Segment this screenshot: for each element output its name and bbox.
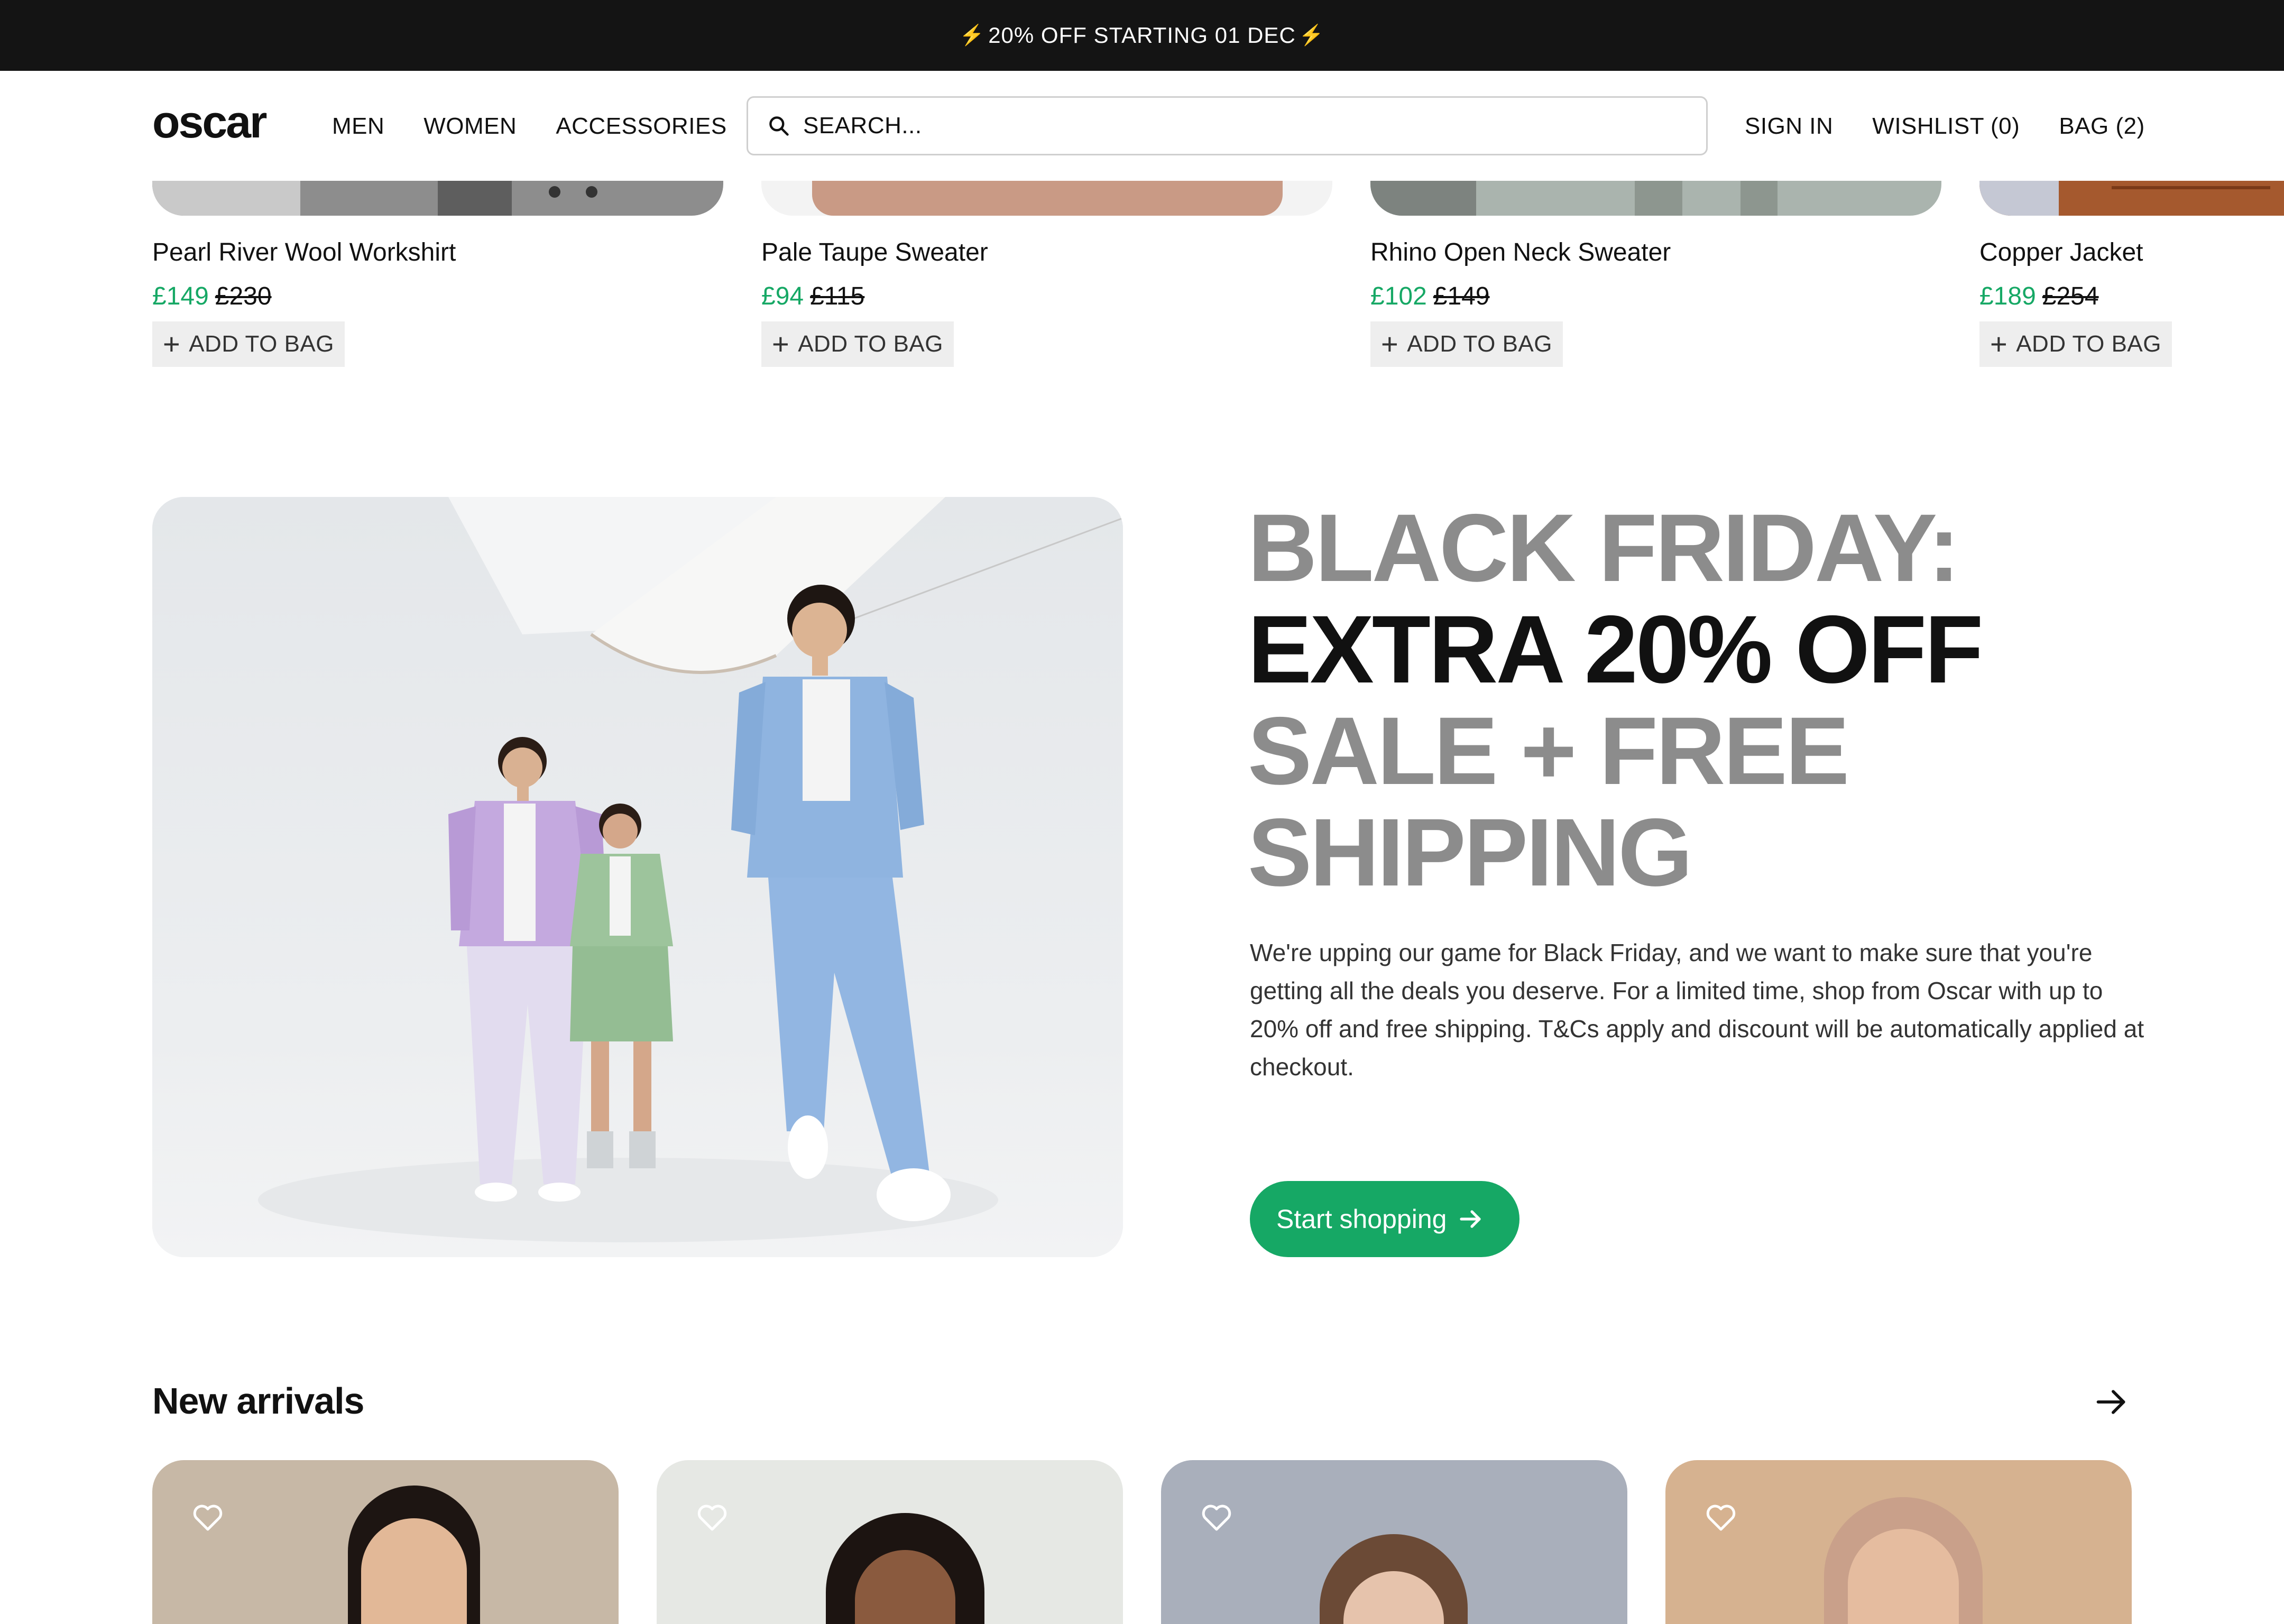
product-image[interactable]	[761, 181, 1332, 216]
lightning-icon: ⚡	[959, 24, 986, 47]
product-name[interactable]: Rhino Open Neck Sweater	[1370, 238, 1941, 267]
heart-icon[interactable]	[1703, 1500, 1738, 1535]
add-to-bag-label: ADD TO BAG	[798, 331, 943, 357]
plus-icon: +	[772, 327, 790, 361]
hero-title-line: EXTRA 20% OFF	[1248, 595, 1983, 703]
sale-price: £102	[1370, 282, 1427, 310]
hero-title-line: SALE + FREE	[1248, 697, 1849, 805]
product-prices: £102 £149	[1370, 282, 1941, 311]
account-nav: SIGN IN WISHLIST (0) BAG (2)	[1745, 113, 2145, 140]
hero-illustration	[152, 497, 1123, 1257]
add-to-bag-label: ADD TO BAG	[1407, 331, 1552, 357]
plus-icon: +	[1381, 327, 1399, 361]
search-box[interactable]	[747, 96, 1708, 155]
add-to-bag-button[interactable]: + ADD TO BAG	[1979, 321, 2172, 367]
original-price: £149	[1433, 282, 1490, 310]
product-image[interactable]	[152, 181, 723, 216]
sale-price: £189	[1979, 282, 2036, 310]
arrival-card[interactable]	[657, 1460, 1123, 1624]
product-name[interactable]: Copper Jacket	[1979, 238, 2284, 267]
heart-icon[interactable]	[190, 1500, 225, 1535]
hero-image	[152, 497, 1123, 1257]
product-card[interactable]: Copper Jacket £189 £254 + ADD TO BAG	[1979, 181, 2284, 367]
original-price: £230	[215, 282, 272, 310]
main-nav: MEN WOMEN ACCESSORIES	[332, 113, 727, 140]
hero-description: We're upping our game for Black Friday, …	[1250, 939, 2144, 1081]
arrival-card[interactable]	[152, 1460, 619, 1624]
add-to-bag-label: ADD TO BAG	[189, 331, 334, 357]
nav-item-women[interactable]: WOMEN	[423, 113, 517, 140]
product-card[interactable]: Pale Taupe Sweater £94 £115 + ADD TO BAG	[761, 181, 1332, 367]
nav-item-men[interactable]: MEN	[332, 113, 384, 140]
heart-icon[interactable]	[695, 1500, 730, 1535]
product-image[interactable]	[1979, 181, 2284, 216]
product-image[interactable]	[1370, 181, 1941, 216]
logo[interactable]: oscar	[152, 96, 267, 149]
arrival-card[interactable]	[1161, 1460, 1627, 1624]
search-icon	[769, 116, 789, 136]
new-arrivals-title: New arrivals	[152, 1380, 364, 1422]
add-to-bag-button[interactable]: + ADD TO BAG	[761, 321, 954, 367]
product-card[interactable]: Pearl River Wool Workshirt £149 £230 + AD…	[152, 181, 723, 367]
product-carousel: Pearl River Wool Workshirt £149 £230 + AD…	[0, 181, 2284, 392]
hero-title: BLACK FRIDAY: EXTRA 20% OFF SALE + FREE …	[1248, 497, 2199, 903]
wishlist-link[interactable]: WISHLIST (0)	[1872, 113, 2020, 140]
add-to-bag-label: ADD TO BAG	[2016, 331, 2161, 357]
arrow-right-icon	[1460, 1210, 1481, 1228]
promo-text: 20% OFF STARTING 01 DEC	[988, 23, 1296, 48]
site-header: oscar MEN WOMEN ACCESSORIES SIGN IN WISH…	[0, 71, 2284, 181]
arrow-right-icon[interactable]	[2094, 1384, 2130, 1420]
bag-link[interactable]: BAG (2)	[2059, 113, 2144, 140]
search-input[interactable]	[803, 113, 1649, 139]
start-shopping-label: Start shopping	[1276, 1204, 1447, 1234]
product-name[interactable]: Pale Taupe Sweater	[761, 238, 1332, 267]
heart-icon[interactable]	[1199, 1500, 1234, 1535]
plus-icon: +	[1990, 327, 2008, 361]
sign-in-link[interactable]: SIGN IN	[1745, 113, 1833, 140]
lightning-icon: ⚡	[1298, 24, 1325, 47]
product-name[interactable]: Pearl River Wool Workshirt	[152, 238, 723, 267]
sale-price: £94	[761, 282, 804, 310]
add-to-bag-button[interactable]: + ADD TO BAG	[152, 321, 345, 367]
product-prices: £94 £115	[761, 282, 1332, 311]
sale-price: £149	[152, 282, 209, 310]
add-to-bag-button[interactable]: + ADD TO BAG	[1370, 321, 1563, 367]
product-card[interactable]: Rhino Open Neck Sweater £102 £149 + ADD T…	[1370, 181, 1941, 367]
hero-title-line: BLACK FRIDAY:	[1248, 494, 1960, 602]
original-price: £115	[810, 282, 865, 310]
promo-bar: ⚡ 20% OFF STARTING 01 DEC ⚡	[0, 0, 2284, 71]
original-price: £254	[2042, 282, 2099, 310]
product-prices: £189 £254	[1979, 282, 2284, 311]
start-shopping-button[interactable]: Start shopping	[1250, 1181, 1520, 1257]
product-prices: £149 £230	[152, 282, 723, 311]
plus-icon: +	[163, 327, 181, 361]
nav-item-accessories[interactable]: ACCESSORIES	[556, 113, 726, 140]
arrival-card[interactable]	[1665, 1460, 2132, 1624]
hero-title-line: SHIPPING	[1248, 798, 1693, 906]
